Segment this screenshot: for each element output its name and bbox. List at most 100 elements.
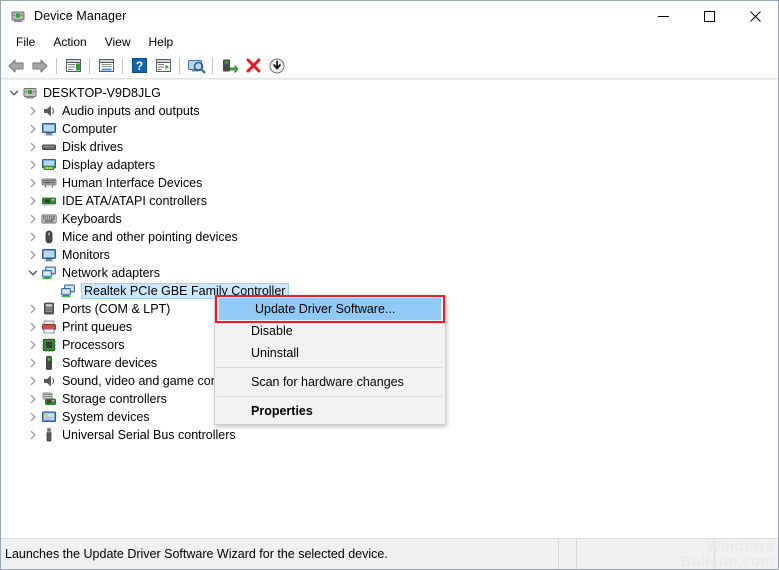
chevron-right-icon[interactable] xyxy=(25,228,41,246)
context-menu-item[interactable]: Disable xyxy=(215,320,445,342)
tree-item-label: Software devices xyxy=(62,356,160,370)
context-menu: Update Driver Software...DisableUninstal… xyxy=(214,295,446,425)
tree-item-label: Computer xyxy=(62,122,120,136)
storage-controller-icon xyxy=(41,391,57,407)
chevron-right-icon[interactable] xyxy=(25,300,41,318)
chevron-down-icon[interactable] xyxy=(25,264,41,282)
properties-icon[interactable] xyxy=(94,55,118,77)
chevron-right-icon[interactable] xyxy=(25,390,41,408)
annotated-menu-item-wrapper: Update Driver Software... xyxy=(219,298,441,320)
network-adapter-icon xyxy=(41,265,57,281)
toolbar-separator xyxy=(89,58,90,74)
usb-icon xyxy=(41,427,57,443)
status-segment-c xyxy=(577,539,715,570)
menu-file[interactable]: File xyxy=(7,33,44,51)
chevron-right-icon[interactable] xyxy=(25,336,41,354)
tree-item-label: Mice and other pointing devices xyxy=(62,230,241,244)
tree-item[interactable]: Disk drives xyxy=(1,138,779,156)
chevron-right-icon[interactable] xyxy=(25,174,41,192)
details-icon[interactable] xyxy=(151,55,175,77)
chevron-right-icon[interactable] xyxy=(25,210,41,228)
tree-item[interactable]: IDE ATA/ATAPI controllers xyxy=(1,192,779,210)
maximize-button[interactable] xyxy=(686,1,732,31)
context-menu-separator xyxy=(217,396,443,397)
chevron-right-icon[interactable] xyxy=(25,246,41,264)
speaker-icon xyxy=(41,373,57,389)
context-menu-item[interactable]: Uninstall xyxy=(215,342,445,364)
chevron-right-icon[interactable] xyxy=(25,426,41,444)
context-menu-item[interactable]: Properties xyxy=(215,400,445,422)
menu-view[interactable]: View xyxy=(96,33,140,51)
tree-item[interactable]: Monitors xyxy=(1,246,779,264)
tree-item[interactable]: Universal Serial Bus controllers xyxy=(1,426,779,444)
title-bar: Device Manager xyxy=(1,1,778,31)
close-button[interactable] xyxy=(732,1,778,31)
enable-device-icon[interactable] xyxy=(265,55,289,77)
scan-hardware-icon[interactable] xyxy=(184,55,208,77)
context-menu-item[interactable]: Scan for hardware changes xyxy=(215,371,445,393)
tree-item-label: IDE ATA/ATAPI controllers xyxy=(62,194,210,208)
ide-controller-icon xyxy=(41,193,57,209)
device-manager-icon xyxy=(10,8,26,24)
printer-icon xyxy=(41,319,57,335)
tree-item-label: System devices xyxy=(62,410,153,424)
tree-item-label: Network adapters xyxy=(62,266,163,280)
chevron-right-icon[interactable] xyxy=(25,120,41,138)
tree-item-label: Ports (COM & LPT) xyxy=(62,302,173,316)
device-manager-window: Device Manager File Action View Help xyxy=(0,0,779,570)
window-controls xyxy=(640,1,778,31)
status-text: Launches the Update Driver Software Wiza… xyxy=(1,539,559,570)
tree-root-item[interactable]: DESKTOP-V9D8JLG xyxy=(1,84,779,102)
menu-help[interactable]: Help xyxy=(140,33,183,51)
tree-item[interactable]: Computer xyxy=(1,120,779,138)
display-adapter-icon xyxy=(41,157,57,173)
forward-icon[interactable] xyxy=(28,55,52,77)
computer-root-icon xyxy=(22,85,38,101)
monitor-icon xyxy=(41,247,57,263)
chevron-right-icon[interactable] xyxy=(25,102,41,120)
chevron-right-icon[interactable] xyxy=(25,372,41,390)
toolbar-separator xyxy=(179,58,180,74)
tree-item[interactable]: Human Interface Devices xyxy=(1,174,779,192)
toolbar-separator xyxy=(56,58,57,74)
show-tree-icon[interactable] xyxy=(61,55,85,77)
network-adapter-icon xyxy=(60,283,76,299)
monitor-icon xyxy=(41,121,57,137)
tree-item[interactable]: Keyboards xyxy=(1,210,779,228)
back-icon[interactable] xyxy=(4,55,28,77)
update-driver-icon[interactable] xyxy=(217,55,241,77)
chevron-down-icon[interactable] xyxy=(6,84,22,102)
minimize-button[interactable] xyxy=(640,1,686,31)
chevron-right-icon[interactable] xyxy=(25,138,41,156)
toolbar-separator xyxy=(122,58,123,74)
mouse-icon xyxy=(41,229,57,245)
help-icon[interactable]: ? xyxy=(127,55,151,77)
context-menu-item[interactable]: Update Driver Software... xyxy=(219,298,441,320)
tree-item-label: Display adapters xyxy=(62,158,158,172)
toolbar-separator xyxy=(212,58,213,74)
chevron-right-icon[interactable] xyxy=(25,354,41,372)
toolbar: ? xyxy=(1,53,778,79)
tree-item[interactable]: Audio inputs and outputs xyxy=(1,102,779,120)
tree-item-label: Storage controllers xyxy=(62,392,170,406)
chevron-right-icon[interactable] xyxy=(25,318,41,336)
tree-item[interactable]: Network adapters xyxy=(1,264,779,282)
disable-device-icon[interactable] xyxy=(241,55,265,77)
tree-item-label: Keyboards xyxy=(62,212,125,226)
tree-item[interactable]: Mice and other pointing devices xyxy=(1,228,779,246)
chevron-right-icon[interactable] xyxy=(25,156,41,174)
hid-icon xyxy=(41,175,57,191)
tree-item-label: Universal Serial Bus controllers xyxy=(62,428,239,442)
tree-item-label: Print queues xyxy=(62,320,135,334)
system-device-icon xyxy=(41,409,57,425)
chevron-right-icon[interactable] xyxy=(25,192,41,210)
tree-item[interactable]: Display adapters xyxy=(1,156,779,174)
tree-item-label: Disk drives xyxy=(62,140,126,154)
disk-icon xyxy=(41,139,57,155)
chevron-right-icon[interactable] xyxy=(25,408,41,426)
tree-item-label: Human Interface Devices xyxy=(62,176,205,190)
tree-item-label: Audio inputs and outputs xyxy=(62,104,203,118)
menu-action[interactable]: Action xyxy=(44,33,95,51)
tree-item-label: Processors xyxy=(62,338,128,352)
status-segment-b xyxy=(559,539,577,570)
